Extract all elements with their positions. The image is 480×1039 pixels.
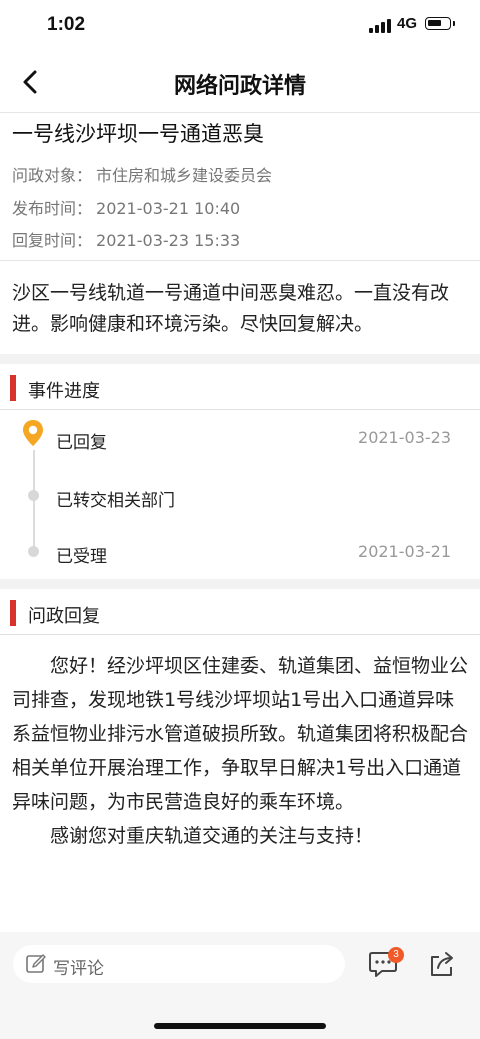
meta-reply-value: 2021-03-23 15:33 — [96, 231, 241, 250]
meta-target: 问政对象： 市住房和城乡建设委员会 — [12, 162, 272, 186]
section-gap — [0, 354, 480, 364]
section-accent-bar — [10, 600, 16, 626]
progress-section-header: 事件进度 — [0, 364, 480, 410]
meta-publish: 发布时间： 2021-03-21 10:40 — [12, 195, 240, 219]
signal-icon — [369, 18, 391, 33]
divider — [0, 260, 480, 261]
timeline-item-label: 已受理 — [56, 547, 107, 567]
meta-reply: 回复时间： 2021-03-23 15:33 — [12, 227, 240, 251]
pencil-icon — [26, 954, 46, 973]
comment-placeholder: 写评论 — [53, 959, 104, 979]
timeline-item-date: 2021-03-23 — [358, 428, 451, 447]
location-pin-icon — [23, 420, 43, 446]
reply-paragraph: 感谢您对重庆轨道交通的关注与支持！ — [50, 825, 374, 847]
meta-reply-label: 回复时间： — [12, 231, 93, 250]
reply-paragraph: 您好！经沙坪坝区住建委、轨道集团、益恒物业公司排查，发现地铁1号线沙坪坝站1号出… — [12, 655, 469, 813]
post-title: 一号线沙坪坝一号通道恶臭 — [12, 122, 264, 146]
meta-target-label: 问政对象： — [12, 166, 93, 185]
section-gap — [0, 579, 480, 589]
post-description: 沙区一号线轨道一号通道中间恶臭难忍。一直没有改进。影响健康和环境污染。尽快回复解… — [12, 282, 450, 335]
reply-section-header: 问政回复 — [0, 589, 480, 635]
timeline-item-label: 已回复 — [56, 433, 107, 453]
meta-publish-label: 发布时间： — [12, 199, 93, 218]
page-title: 网络问政详情 — [173, 74, 306, 99]
bottom-bar: 写评论 3 — [0, 932, 480, 1039]
back-arrow-icon[interactable] — [14, 64, 50, 100]
progress-section-title: 事件进度 — [28, 381, 100, 402]
meta-target-value: 市住房和城乡建设委员会 — [96, 166, 273, 185]
network-type: 4G — [397, 15, 418, 32]
meta-publish-value: 2021-03-21 10:40 — [96, 199, 241, 218]
timeline-dot — [28, 490, 39, 501]
share-icon[interactable] — [427, 949, 457, 979]
comment-input[interactable]: 写评论 — [13, 945, 345, 983]
section-accent-bar — [10, 375, 16, 401]
reply-section-title: 问政回复 — [28, 606, 100, 627]
battery-icon — [425, 17, 455, 30]
status-time: 1:02 — [47, 14, 86, 35]
reply-body: 您好！经沙坪坝区住建委、轨道集团、益恒物业公司排查，发现地铁1号线沙坪坝站1号出… — [12, 649, 472, 853]
timeline-item-date: 2021-03-21 — [358, 542, 451, 561]
status-bar: 1:02 4G — [0, 0, 480, 52]
timeline-item-label: 已转交相关部门 — [56, 491, 175, 511]
nav-bar: 网络问政详情 — [0, 52, 480, 113]
home-indicator — [154, 1023, 326, 1029]
comment-count-badge: 3 — [388, 947, 404, 963]
timeline-dot — [28, 546, 39, 557]
